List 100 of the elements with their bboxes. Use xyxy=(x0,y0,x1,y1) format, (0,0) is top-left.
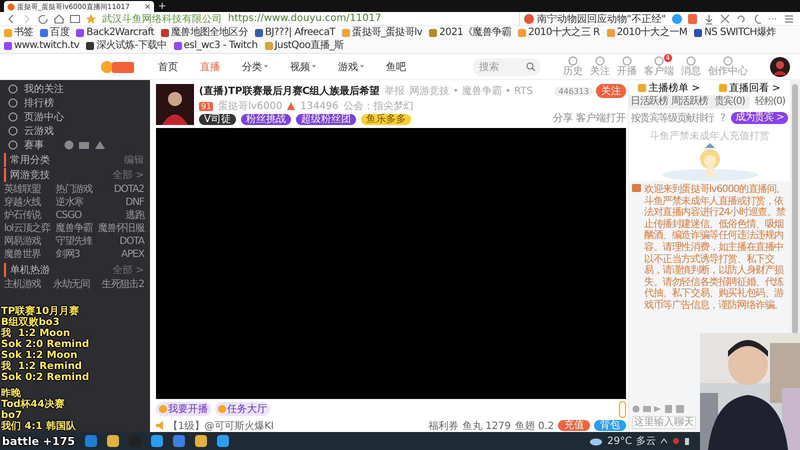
extension-icon[interactable] xyxy=(672,12,682,24)
category-link[interactable]: 守望先锋 xyxy=(56,235,92,248)
expand-handle[interactable] xyxy=(619,400,626,418)
bookmark[interactable]: JustQoo直播_斯 xyxy=(264,40,344,52)
bookmark[interactable]: 2021《魔兽争霸 xyxy=(429,27,512,39)
app-icon[interactable] xyxy=(216,434,230,448)
open-client-link[interactable]: 客户端打开 xyxy=(576,111,626,125)
bookmark[interactable]: esl_wc3 - Twitch xyxy=(174,40,258,52)
nav-link[interactable]: 鱼吧 xyxy=(386,60,406,74)
category-link[interactable]: 主机游戏 xyxy=(4,278,41,291)
category-link[interactable]: DOTA2 xyxy=(98,183,144,196)
undo-icon[interactable] xyxy=(736,12,746,24)
room-pill[interactable]: 粉丝挑战 xyxy=(240,114,291,125)
become-vip-button[interactable]: 成为贵宾 > xyxy=(731,112,788,124)
nav-link[interactable]: 游戏 xyxy=(338,60,364,74)
panel-link[interactable]: 主播榜单 > xyxy=(638,80,700,94)
extension-icon[interactable] xyxy=(688,12,698,24)
bookmark[interactable]: www.twitch.tv xyxy=(4,40,80,52)
section-link[interactable]: 全部 > xyxy=(112,263,144,277)
app-icon[interactable] xyxy=(194,434,208,448)
room-pill[interactable]: 超级粉丝团 xyxy=(296,114,356,125)
rank-tab[interactable]: 轻粉(0) xyxy=(750,95,790,109)
section-link[interactable]: 编辑 xyxy=(124,153,144,167)
app-icon[interactable] xyxy=(150,434,164,448)
app-icon[interactable] xyxy=(84,434,98,448)
bookmark[interactable]: 百度 xyxy=(40,27,70,39)
close-tab-button[interactable]: × xyxy=(144,2,151,11)
backpack-button[interactable]: 背包 xyxy=(594,420,626,431)
category-link[interactable]: 炉石传说 xyxy=(4,209,50,222)
bookmark[interactable]: 深火试炼-下载中 xyxy=(86,40,167,52)
overlay-text: Sok 1:2 Moon xyxy=(1,350,78,361)
category-link[interactable]: DNF xyxy=(98,196,144,209)
category-link[interactable]: 逆水寒 xyxy=(56,196,92,209)
category-link[interactable]: 生死狙击2 xyxy=(102,278,144,291)
rank-tab[interactable]: 周活跃榜 xyxy=(669,95,710,109)
header-action[interactable]: 历史 xyxy=(563,56,583,77)
category-link[interactable]: 穿越火线 xyxy=(4,196,50,209)
nav-link[interactable]: 首页 xyxy=(158,60,178,74)
back-icon[interactable] xyxy=(6,12,16,24)
category-link[interactable]: lol云顶之弈 xyxy=(4,222,50,235)
header-action[interactable]: 创作中心 xyxy=(708,56,748,77)
bookmark[interactable]: 2010十大之三 R xyxy=(518,27,600,39)
room-pill[interactable]: 鱼乐多多 xyxy=(360,114,411,125)
category-link[interactable]: 魔兽世界 xyxy=(4,248,50,261)
sidebar-item[interactable]: 云游戏 xyxy=(4,124,144,138)
category-link[interactable]: 魔兽怀旧服 xyxy=(98,222,144,235)
bookmark[interactable]: 蛋挞哥_蛋挞哥lv xyxy=(342,27,422,39)
category-link[interactable]: CSGO xyxy=(56,209,92,222)
coupon-link[interactable]: 福利券 xyxy=(428,418,458,432)
header-action[interactable]: 关注 xyxy=(590,56,610,77)
chat-input[interactable]: 这里输入聊天 xyxy=(632,416,696,429)
header-action[interactable]: 开播 xyxy=(617,56,637,77)
category-link[interactable]: DOTA xyxy=(98,235,144,248)
recharge-button[interactable]: 充值 xyxy=(558,420,590,431)
category-link[interactable]: 永劫无间 xyxy=(52,278,90,291)
menu-icon[interactable] xyxy=(784,12,794,24)
category-link[interactable]: 英雄联盟 xyxy=(4,183,50,196)
sidebar-item[interactable]: 排行榜 xyxy=(4,96,144,110)
panel-link[interactable]: 直播回看 > xyxy=(718,80,781,94)
category-link[interactable]: 剑网3 xyxy=(56,248,92,261)
sidebar-icon[interactable] xyxy=(70,12,80,24)
sidebar-item[interactable]: 我的关注 xyxy=(4,82,144,96)
nav-link[interactable]: 直播 xyxy=(200,60,220,74)
room-pill[interactable]: V司徒 xyxy=(199,114,236,125)
home-icon[interactable] xyxy=(54,12,64,24)
nav-link[interactable]: 视频 xyxy=(290,60,316,74)
nav-link[interactable]: 分类 xyxy=(242,60,268,74)
moon-icon[interactable] xyxy=(752,12,762,24)
gift-button[interactable]: 我要开播 xyxy=(156,402,211,416)
chevron-up-icon[interactable] xyxy=(660,436,668,446)
search-field[interactable]: 搜索 xyxy=(473,58,541,76)
download-icon[interactable] xyxy=(704,12,714,24)
bookmark[interactable]: 书签 xyxy=(4,27,34,39)
app-icon[interactable] xyxy=(172,434,186,448)
scrollbar-thumb[interactable] xyxy=(792,84,798,334)
sidebar-item[interactable]: 赛事 xyxy=(4,138,144,152)
category-link[interactable]: 逃跑 xyxy=(98,209,144,222)
rank-tab[interactable]: 贵宾(0) xyxy=(710,95,750,109)
avatar-icon[interactable] xyxy=(770,56,790,76)
rank-tab[interactable]: 日活跃榜 xyxy=(629,95,670,109)
bookmark[interactable]: BJ???| AfreecaT xyxy=(254,27,336,39)
new-tab-button[interactable]: + xyxy=(158,1,166,12)
bookmark[interactable]: 魔兽地图全地区分 xyxy=(161,27,248,39)
app-icon[interactable] xyxy=(106,434,120,448)
category-link[interactable]: 网易游戏 xyxy=(4,235,50,248)
category-link[interactable]: APEX xyxy=(98,248,144,261)
section-link[interactable]: 全部 > xyxy=(112,168,144,182)
category-link[interactable]: 魔兽争霸 xyxy=(56,222,92,235)
gift-button[interactable]: 任务大厅 xyxy=(215,402,270,416)
category-link[interactable]: 热门游戏 xyxy=(56,183,92,196)
action-icon xyxy=(654,56,664,66)
url-field[interactable]: https://www.douyu.com/11017 xyxy=(228,13,382,24)
header-action[interactable]: 消息 xyxy=(681,56,701,77)
bookmark[interactable]: NS SWITCH爆炸 xyxy=(694,27,776,39)
share-link[interactable]: 分享 xyxy=(553,111,573,125)
sidebar-item[interactable]: 页游中心 xyxy=(4,110,144,124)
bookmark[interactable]: Back2Warcraft xyxy=(76,27,154,39)
follow-button[interactable]: 关注 xyxy=(596,84,626,98)
bookmark[interactable]: 2010十大之一M xyxy=(606,27,688,39)
reload-icon[interactable] xyxy=(38,12,48,24)
